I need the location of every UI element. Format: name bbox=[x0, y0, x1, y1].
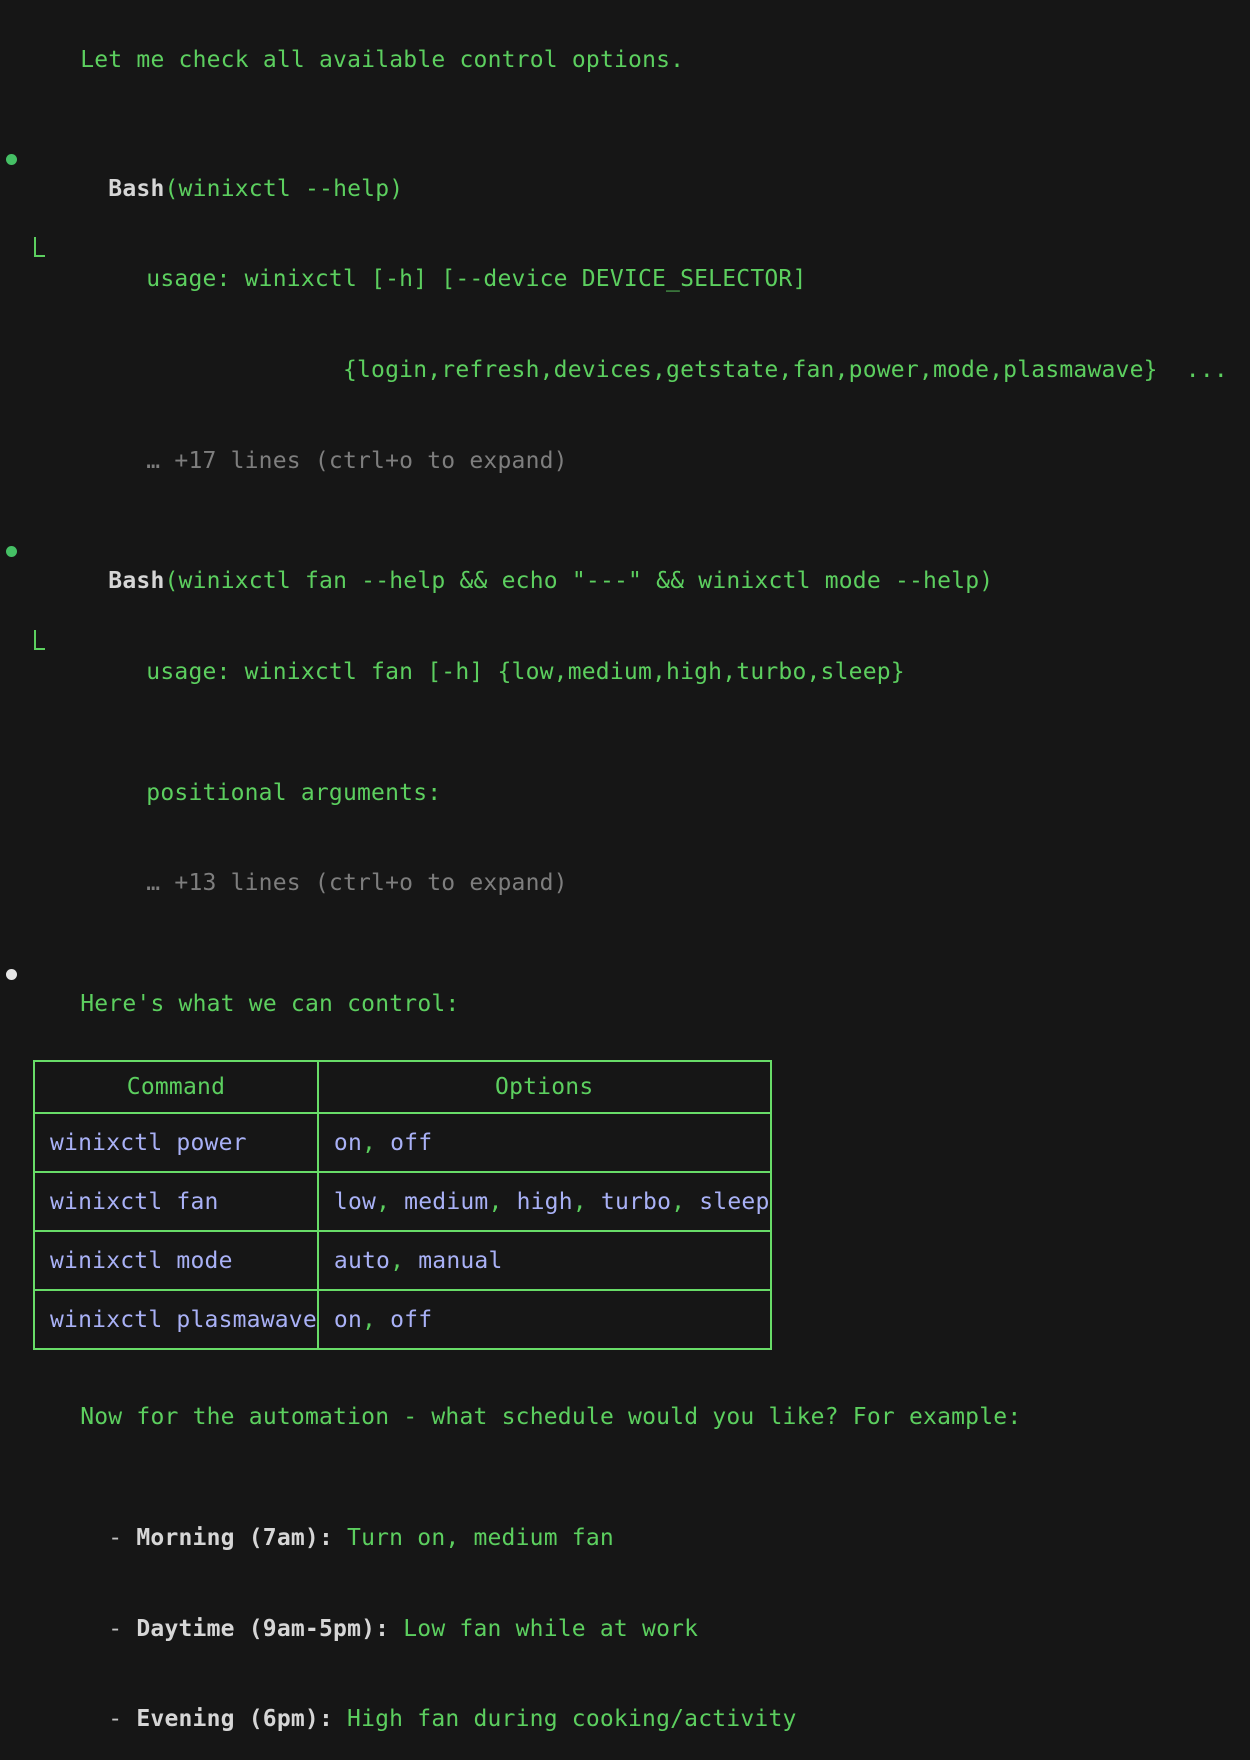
tool-call-header: Bash(winixctl fan --help && echo "---" &… bbox=[0, 536, 1250, 627]
bash-command: (winixctl --help) bbox=[165, 176, 404, 202]
table-cell-command: winixctl fan bbox=[34, 1172, 318, 1231]
tool-output-text: usage: winixctl fan [-h] {low,medium,hig… bbox=[146, 659, 905, 685]
option-value: low bbox=[334, 1189, 376, 1215]
option-value: on bbox=[334, 1130, 362, 1156]
tool-call-fan-mode-help: Bash(winixctl fan --help && echo "---" &… bbox=[0, 536, 1250, 929]
schedule-text: Turn on, medium fan bbox=[347, 1525, 614, 1551]
list-dash: - bbox=[108, 1616, 122, 1642]
option-value: auto bbox=[334, 1248, 390, 1274]
tool-output-blank-line bbox=[0, 717, 1250, 747]
table-intro-text: Here's what we can control: bbox=[80, 991, 459, 1017]
result-elbow-icon bbox=[34, 630, 45, 650]
option-separator: , bbox=[488, 1189, 516, 1215]
list-item: -Morning (7am): Turn on, medium fan bbox=[0, 1493, 1250, 1584]
table-cell-command: winixctl plasmawave bbox=[34, 1290, 318, 1349]
list-dash: - bbox=[108, 1525, 122, 1551]
table-header-command: Command bbox=[34, 1061, 318, 1113]
intro-label: Let me check all available control optio… bbox=[80, 47, 684, 73]
option-value: high bbox=[517, 1189, 573, 1215]
option-value: manual bbox=[418, 1248, 502, 1274]
table-cell-options: on, off bbox=[318, 1290, 771, 1349]
control-table: Command Options winixctl power on, off w… bbox=[33, 1060, 772, 1350]
option-value: on bbox=[334, 1307, 362, 1333]
list-dash: - bbox=[108, 1706, 122, 1732]
terminal-transcript: Let me check all available control optio… bbox=[0, 0, 1250, 1760]
option-value: medium bbox=[404, 1189, 488, 1215]
table-cell-command: winixctl mode bbox=[34, 1231, 318, 1290]
schedule-label: Morning (7am): bbox=[136, 1525, 333, 1551]
table-row: winixctl plasmawave on, off bbox=[34, 1290, 771, 1349]
tool-bullet-icon bbox=[6, 154, 17, 165]
tool-call-help: Bash(winixctl --help) usage: winixctl [-… bbox=[0, 144, 1250, 506]
tool-output-line: positional arguments: bbox=[0, 747, 1250, 838]
option-value: turbo bbox=[601, 1189, 671, 1215]
result-elbow-icon bbox=[34, 237, 45, 257]
assistant-bullet-icon bbox=[6, 969, 17, 980]
assistant-table-intro: Here's what we can control: bbox=[0, 959, 1250, 1050]
schedule-list: -Morning (7am):Turn on, medium fan -Dayt… bbox=[0, 1493, 1250, 1760]
list-item: -Daytime (9am-5pm): Low fan while at work bbox=[0, 1584, 1250, 1675]
tool-output-text: positional arguments: bbox=[146, 780, 441, 806]
bash-label: Bash bbox=[108, 568, 164, 594]
table-header-row: Command Options bbox=[34, 1061, 771, 1113]
bash-label: Bash bbox=[108, 176, 164, 202]
schedule-text: High fan during cooking/activity bbox=[347, 1706, 797, 1732]
table-cell-options: auto, manual bbox=[318, 1231, 771, 1290]
expand-hint[interactable]: … +13 lines (ctrl+o to expand) bbox=[0, 838, 1250, 929]
automation-question-text: Now for the automation - what schedule w… bbox=[80, 1404, 1021, 1430]
table-cell-options: on, off bbox=[318, 1113, 771, 1172]
table-row: winixctl mode auto, manual bbox=[34, 1231, 771, 1290]
schedule-label: Evening (6pm): bbox=[136, 1706, 333, 1732]
option-separator: , bbox=[362, 1307, 390, 1333]
tool-bullet-icon bbox=[6, 546, 17, 557]
tool-output-line: usage: winixctl fan [-h] {low,medium,hig… bbox=[0, 627, 1250, 718]
assistant-intro-text: Let me check all available control optio… bbox=[0, 15, 1250, 106]
expand-hint-text[interactable]: … +17 lines (ctrl+o to expand) bbox=[146, 448, 567, 474]
option-separator: , bbox=[671, 1189, 699, 1215]
option-separator: , bbox=[376, 1189, 404, 1215]
table-cell-command: winixctl power bbox=[34, 1113, 318, 1172]
bash-command: (winixctl fan --help && echo "---" && wi… bbox=[165, 568, 994, 594]
table-row: winixctl power on, off bbox=[34, 1113, 771, 1172]
tool-output-text: usage: winixctl [-h] [--device DEVICE_SE… bbox=[146, 266, 806, 292]
option-value: off bbox=[390, 1307, 432, 1333]
tool-output-line: usage: winixctl [-h] [--device DEVICE_SE… bbox=[0, 234, 1250, 325]
schedule-text: Low fan while at work bbox=[403, 1616, 698, 1642]
expand-hint-text[interactable]: … +13 lines (ctrl+o to expand) bbox=[146, 870, 567, 896]
assistant-automation-question: Now for the automation - what schedule w… bbox=[0, 1372, 1250, 1463]
tool-output-text: {login,refresh,devices,getstate,fan,powe… bbox=[146, 357, 1228, 383]
schedule-label: Daytime (9am-5pm): bbox=[136, 1616, 389, 1642]
table-cell-options: low, medium, high, turbo, sleep bbox=[318, 1172, 771, 1231]
tool-output-line: {login,refresh,devices,getstate,fan,powe… bbox=[0, 325, 1250, 416]
list-item: -Evening (6pm): High fan during cooking/a… bbox=[0, 1674, 1250, 1760]
option-separator: , bbox=[362, 1130, 390, 1156]
expand-hint[interactable]: … +17 lines (ctrl+o to expand) bbox=[0, 415, 1250, 506]
option-value: off bbox=[390, 1130, 432, 1156]
tool-call-header: Bash(winixctl --help) bbox=[0, 144, 1250, 235]
table-row: winixctl fan low, medium, high, turbo, s… bbox=[34, 1172, 771, 1231]
option-value: sleep bbox=[699, 1189, 769, 1215]
option-separator: , bbox=[390, 1248, 418, 1274]
option-separator: , bbox=[573, 1189, 601, 1215]
table-header-options: Options bbox=[318, 1061, 771, 1113]
